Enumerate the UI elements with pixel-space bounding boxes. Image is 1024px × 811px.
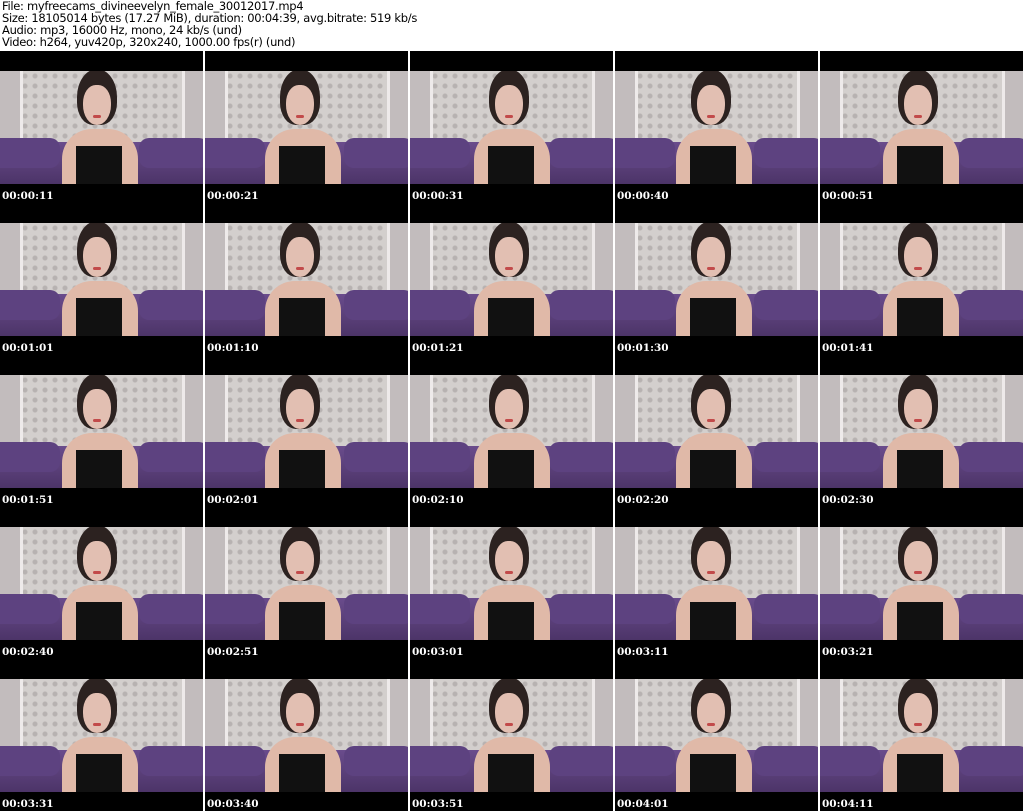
video-thumbnail: 00:03:01 [410, 507, 613, 659]
frame-image [205, 223, 408, 336]
timestamp: 00:02:30 [822, 494, 874, 506]
frame-image [0, 679, 203, 792]
timestamp: 00:03:51 [412, 798, 464, 810]
frame-image [205, 71, 408, 184]
frame-image [410, 375, 613, 488]
video-thumbnail: 00:01:01 [0, 203, 203, 355]
file-info-header: File: myfreecams_divineevelyn_female_300… [2, 0, 417, 48]
video-thumbnail: 00:03:51 [410, 659, 613, 811]
frame-image [0, 375, 203, 488]
video-thumbnail: 00:01:51 [0, 355, 203, 507]
video-thumbnail: 00:01:10 [205, 203, 408, 355]
frame-image [615, 527, 818, 640]
video-thumbnail: 00:02:51 [205, 507, 408, 659]
video-thumbnail: 00:04:11 [820, 659, 1023, 811]
video-thumbnail: 00:00:21 [205, 51, 408, 203]
frame-image [615, 223, 818, 336]
timestamp: 00:01:21 [412, 342, 464, 354]
timestamp: 00:01:10 [207, 342, 259, 354]
video-thumbnail: 00:00:11 [0, 51, 203, 203]
timestamp: 00:04:11 [822, 798, 874, 810]
frame-image [820, 223, 1023, 336]
timestamp: 00:04:01 [617, 798, 669, 810]
frame-image [410, 71, 613, 184]
thumbnail-grid: 00:00:11 00:00:21 00:00:31 00:00:40 00:0… [0, 51, 1024, 811]
timestamp: 00:02:10 [412, 494, 464, 506]
frame-image [205, 375, 408, 488]
frame-image [820, 71, 1023, 184]
video-thumbnail: 00:01:21 [410, 203, 613, 355]
timestamp: 00:03:21 [822, 646, 874, 658]
video-thumbnail: 00:01:30 [615, 203, 818, 355]
frame-image [615, 679, 818, 792]
video-thumbnail: 00:02:40 [0, 507, 203, 659]
video-thumbnail: 00:03:31 [0, 659, 203, 811]
timestamp: 00:00:40 [617, 190, 669, 202]
frame-image [615, 375, 818, 488]
timestamp: 00:02:20 [617, 494, 669, 506]
video-thumbnail: 00:03:40 [205, 659, 408, 811]
video-thumbnail: 00:00:31 [410, 51, 613, 203]
timestamp: 00:02:51 [207, 646, 259, 658]
frame-image [0, 527, 203, 640]
video-thumbnail: 00:02:01 [205, 355, 408, 507]
frame-image [205, 527, 408, 640]
frame-image [0, 71, 203, 184]
video-thumbnail: 00:00:40 [615, 51, 818, 203]
frame-image [820, 679, 1023, 792]
frame-image [205, 679, 408, 792]
video-thumbnail: 00:02:10 [410, 355, 613, 507]
timestamp: 00:01:01 [2, 342, 54, 354]
frame-image [820, 527, 1023, 640]
video-thumbnail: 00:03:11 [615, 507, 818, 659]
timestamp: 00:01:30 [617, 342, 669, 354]
video-thumbnail: 00:00:51 [820, 51, 1023, 203]
timestamp: 00:03:01 [412, 646, 464, 658]
timestamp: 00:03:31 [2, 798, 54, 810]
timestamp: 00:03:40 [207, 798, 259, 810]
video-thumbnail: 00:03:21 [820, 507, 1023, 659]
video-thumbnail: 00:01:41 [820, 203, 1023, 355]
timestamp: 00:00:31 [412, 190, 464, 202]
frame-image [820, 375, 1023, 488]
timestamp: 00:02:01 [207, 494, 259, 506]
frame-image [410, 527, 613, 640]
timestamp: 00:00:11 [2, 190, 54, 202]
frame-image [0, 223, 203, 336]
video-thumbnail: 00:02:30 [820, 355, 1023, 507]
video-thumbnail: 00:04:01 [615, 659, 818, 811]
timestamp: 00:03:11 [617, 646, 669, 658]
timestamp: 00:01:41 [822, 342, 874, 354]
frame-image [410, 679, 613, 792]
timestamp: 00:00:21 [207, 190, 259, 202]
frame-image [410, 223, 613, 336]
timestamp: 00:00:51 [822, 190, 874, 202]
video-info: Video: h264, yuv420p, 320x240, 1000.00 f… [2, 35, 296, 49]
timestamp: 00:02:40 [2, 646, 54, 658]
frame-image [615, 71, 818, 184]
video-thumbnail: 00:02:20 [615, 355, 818, 507]
timestamp: 00:01:51 [2, 494, 54, 506]
